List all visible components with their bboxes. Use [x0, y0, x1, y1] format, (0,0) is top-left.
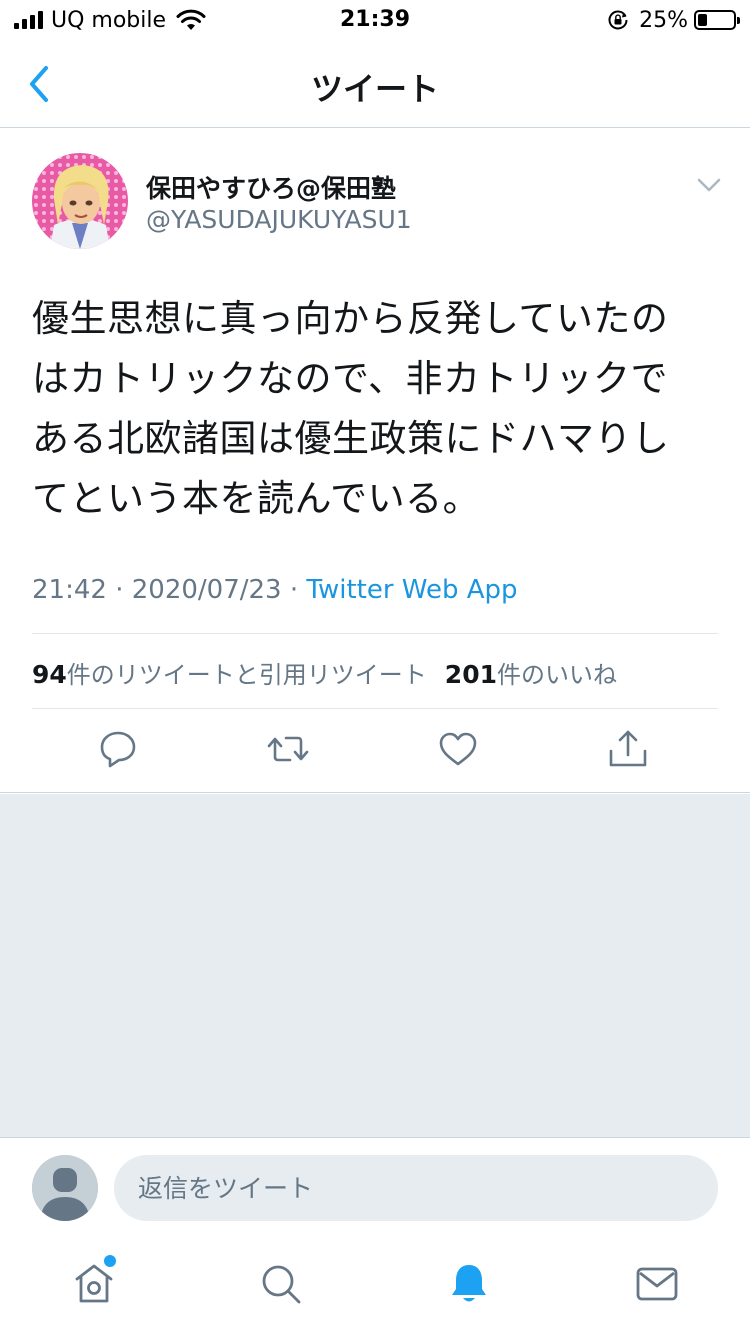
divider — [32, 633, 718, 634]
like-count: 201 — [444, 660, 497, 689]
divider — [32, 708, 718, 709]
retweet-stat-label: 件のリツイートと引用リツイート — [66, 661, 427, 689]
default-avatar-icon — [32, 1155, 98, 1221]
tweet-text-line: はカトリックなので、非カトリックで — [32, 357, 669, 400]
user-handle[interactable]: @YASUDAJUKUYASU1 — [146, 205, 412, 234]
status-right: 25% — [607, 7, 740, 33]
reply-input[interactable] — [114, 1155, 718, 1221]
signal-icon — [14, 11, 43, 29]
tweet-meta: 21:42 · 2020/07/23 · Twitter Web App — [32, 575, 518, 605]
battery-percent: 25% — [639, 7, 688, 33]
wifi-icon — [176, 9, 206, 30]
avatar[interactable] — [32, 153, 128, 249]
reply-icon[interactable] — [96, 727, 140, 771]
avatar-image — [32, 153, 128, 249]
tweet-actions — [0, 727, 750, 775]
battery-fill — [698, 14, 707, 26]
chevron-down-icon[interactable] — [694, 173, 724, 197]
home-icon[interactable] — [71, 1261, 117, 1307]
tweet-text-line: ある北欧諸国は優生政策にドハマりし — [32, 417, 670, 460]
tweet-detail: 保田やすひろ@保田塾 @YASUDAJUKUYASU1 優生思想に真っ向から反発… — [0, 129, 750, 793]
meta-separator: · — [106, 575, 132, 605]
tweet-time: 21:42 — [32, 575, 107, 605]
status-left: UQ mobile — [14, 7, 206, 33]
replies-area — [0, 794, 750, 1137]
meta-separator: · — [281, 575, 307, 605]
tweet-text-line: 優生思想に真っ向から反発していたの — [32, 297, 669, 340]
tweet-stats: 94件のリツイートと引用リツイート 201件のいいね — [32, 655, 617, 690]
back-chevron-icon[interactable] — [22, 62, 58, 106]
tweet-text: 優生思想に真っ向から反発していたの はカトリックなので、非カトリックで ある北欧… — [32, 289, 722, 529]
retweet-stat[interactable]: 94件のリツイートと引用リツイート — [32, 660, 427, 689]
like-stat-label: 件のいいね — [496, 661, 617, 689]
retweet-count: 94 — [32, 660, 67, 689]
tweet-source-link[interactable]: Twitter Web App — [306, 575, 517, 605]
tweet-text-line: てという本を読んでいる。 — [32, 477, 481, 520]
own-avatar[interactable] — [32, 1155, 98, 1221]
orientation-lock-icon — [608, 10, 628, 30]
home-notification-dot — [104, 1255, 116, 1267]
tweet-date: 2020/07/23 — [131, 575, 282, 605]
carrier-name: UQ mobile — [51, 7, 167, 33]
battery-icon — [694, 10, 740, 30]
notifications-icon[interactable] — [446, 1261, 492, 1307]
share-icon[interactable] — [606, 727, 650, 771]
nav-bar: ツイート — [0, 40, 750, 128]
like-icon[interactable] — [436, 727, 480, 771]
retweet-icon[interactable] — [266, 727, 310, 771]
page-title: ツイート — [310, 70, 439, 108]
messages-icon[interactable] — [634, 1261, 680, 1307]
like-stat[interactable]: 201件のいいね — [444, 660, 617, 689]
status-bar: UQ mobile 21:39 25% — [0, 0, 750, 40]
display-name[interactable]: 保田やすひろ@保田塾 — [146, 169, 396, 205]
tab-bar — [0, 1237, 750, 1334]
reply-bar — [0, 1137, 750, 1237]
search-icon[interactable] — [258, 1261, 304, 1307]
